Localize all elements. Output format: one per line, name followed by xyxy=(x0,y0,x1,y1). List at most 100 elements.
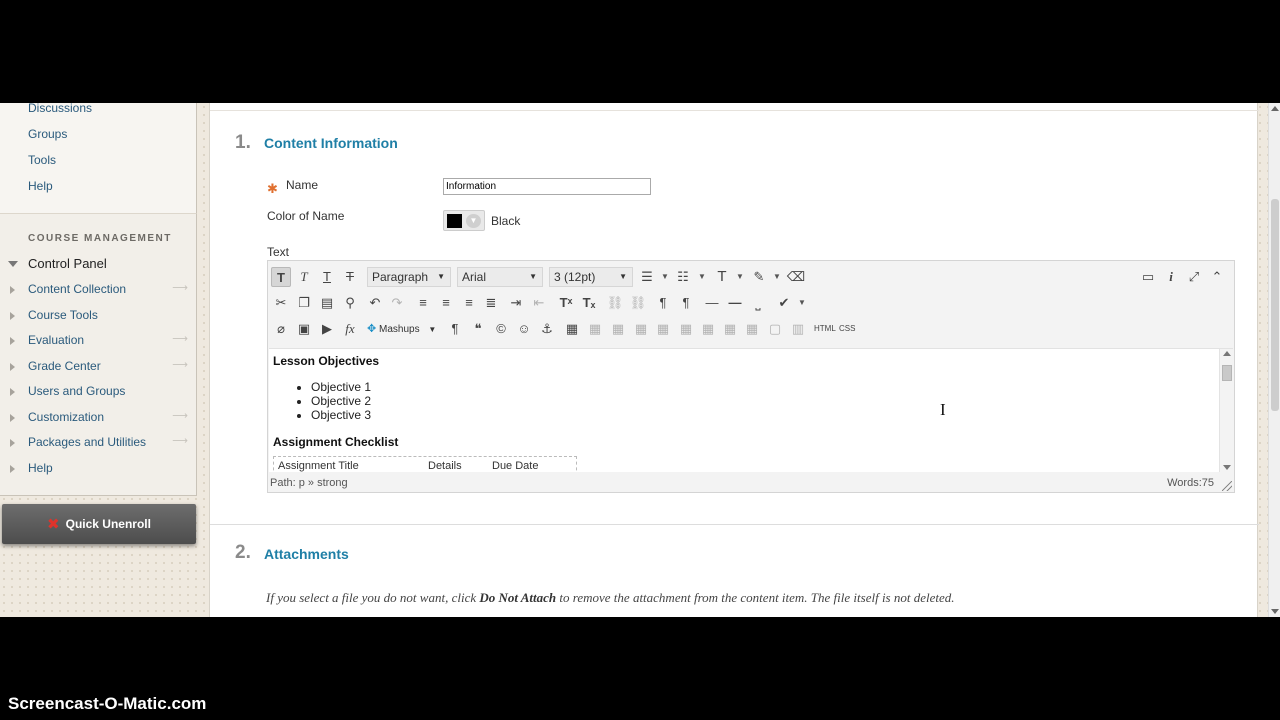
align-justify-icon[interactable]: ≣ xyxy=(481,293,501,313)
merge-cells-icon[interactable]: ▥ xyxy=(788,319,808,339)
align-center-icon[interactable]: ≡ xyxy=(436,293,456,313)
name-input[interactable] xyxy=(443,178,651,195)
highlight-icon[interactable]: ✎ xyxy=(749,267,769,287)
scroll-up-icon[interactable] xyxy=(1223,351,1231,356)
scroll-up-icon[interactable] xyxy=(1271,106,1279,111)
split-cells-icon[interactable]: ▢ xyxy=(765,319,785,339)
blockquote-icon[interactable]: ❝ xyxy=(468,319,488,339)
chevron-down-icon[interactable]: ▼ xyxy=(773,267,781,287)
resize-handle-icon[interactable] xyxy=(1222,481,1232,491)
font-family-select[interactable]: Arial ▼ xyxy=(457,267,543,287)
math-equation-icon[interactable]: fx xyxy=(340,319,360,339)
cp-item-course-tools[interactable]: Course Tools xyxy=(10,308,192,326)
link-icon[interactable]: ⛓ xyxy=(605,293,625,313)
css-button[interactable]: CSS xyxy=(839,319,855,339)
attach-file-icon[interactable]: ⌀ xyxy=(271,319,291,339)
editor-content-area[interactable]: Lesson Objectives Objective 1 Objective … xyxy=(269,348,1233,472)
collapse-toolbar-icon[interactable]: ⌃ xyxy=(1207,267,1227,287)
insert-column-before-icon[interactable]: ▦ xyxy=(698,319,718,339)
fullscreen-icon[interactable]: ⤢ xyxy=(1184,267,1204,287)
text-strikethrough-icon[interactable]: T xyxy=(340,267,360,287)
toolbar-row-1: T T T T Paragraph ▼ Arial ▼ 3 (12pt) ▼ ☰ ▼ … xyxy=(268,264,1234,290)
find-icon[interactable]: ⚲ xyxy=(340,293,360,313)
cp-item-customization[interactable]: Customization ⟶ xyxy=(10,410,192,428)
align-right-icon[interactable]: ≡ xyxy=(459,293,479,313)
insert-media-icon[interactable]: ▶ xyxy=(317,319,337,339)
superscript-icon[interactable]: Tˣ xyxy=(556,293,576,313)
paragraph-format-select[interactable]: Paragraph ▼ xyxy=(367,267,451,287)
anchor-icon[interactable]: ⚓ xyxy=(537,319,557,339)
cp-item-packages-and-utilities[interactable]: Packages and Utilities ⟶ xyxy=(10,435,192,453)
scroll-down-icon[interactable] xyxy=(1271,609,1279,614)
course-management-title: COURSE MANAGEMENT xyxy=(28,233,172,244)
cp-item-content-collection[interactable]: Content Collection ⟶ xyxy=(10,282,192,300)
cut-icon[interactable]: ✂ xyxy=(271,293,291,313)
eraser-icon[interactable]: ⌫ xyxy=(786,267,806,287)
arrow-right-icon: ⟶ xyxy=(172,282,188,294)
nav-link-tools[interactable]: Tools xyxy=(28,153,56,167)
chevron-down-icon: ▼ xyxy=(428,325,437,334)
align-left-icon[interactable]: ≡ xyxy=(413,293,433,313)
cp-item-help[interactable]: Help xyxy=(10,461,192,479)
paste-icon[interactable]: ▤ xyxy=(317,293,337,313)
table-cell-props-icon[interactable]: ▦ xyxy=(608,319,628,339)
numbered-list-icon[interactable]: ☷ xyxy=(673,267,693,287)
chevron-down-icon[interactable]: ▼ xyxy=(698,267,706,287)
insert-row-after-icon[interactable]: ▦ xyxy=(653,319,673,339)
editor-scrollbar[interactable] xyxy=(1219,349,1233,472)
mashups-label: Mashups xyxy=(379,324,420,335)
nav-link-groups[interactable]: Groups xyxy=(28,127,67,141)
quick-unenroll-button[interactable]: ✖ Quick Unenroll xyxy=(2,504,196,544)
cp-item-grade-center[interactable]: Grade Center ⟶ xyxy=(10,359,192,377)
delete-row-icon[interactable]: ▦ xyxy=(676,319,696,339)
redo-icon[interactable]: ↷ xyxy=(387,293,407,313)
nav-link-help[interactable]: Help xyxy=(28,179,53,193)
copy-icon[interactable]: ❐ xyxy=(294,293,314,313)
scroll-thumb[interactable] xyxy=(1271,199,1279,411)
insert-row-before-icon[interactable]: ▦ xyxy=(631,319,651,339)
preview-icon[interactable]: ▭ xyxy=(1138,267,1158,287)
color-picker[interactable]: ▼ xyxy=(443,210,485,231)
browser-viewport: Discussions Groups Tools Help COURSE MAN… xyxy=(0,103,1280,617)
cp-item-evaluation[interactable]: Evaluation ⟶ xyxy=(10,333,192,351)
subscript-icon[interactable]: Tₓ xyxy=(579,293,599,313)
outdent-icon[interactable]: ⇤ xyxy=(529,293,549,313)
undo-icon[interactable]: ↶ xyxy=(365,293,385,313)
insert-table-icon[interactable]: ▦ xyxy=(562,319,582,339)
expand-arrow-icon xyxy=(10,414,15,422)
unlink-icon[interactable]: ⛓ xyxy=(628,293,648,313)
page-scrollbar[interactable] xyxy=(1268,103,1280,617)
font-size-select[interactable]: 3 (12pt) ▼ xyxy=(549,267,633,287)
bullet-list-icon[interactable]: ☰ xyxy=(637,267,657,287)
scroll-thumb[interactable] xyxy=(1222,365,1232,381)
nonbreaking-space-icon[interactable]: ⎵ xyxy=(748,293,768,313)
text-color-icon[interactable]: T xyxy=(712,267,732,287)
horizontal-rule-icon[interactable]: — xyxy=(702,293,722,313)
emoticon-icon[interactable]: ☺ xyxy=(514,319,534,339)
chevron-down-icon[interactable]: ▼ xyxy=(736,267,744,287)
spellcheck-icon[interactable]: ✔ xyxy=(774,293,794,313)
info-icon[interactable]: i xyxy=(1161,267,1181,287)
mashups-menu[interactable]: ✥ Mashups ▼ xyxy=(367,319,436,339)
text-bold-icon[interactable]: T xyxy=(271,267,291,287)
text-italic-icon[interactable]: T xyxy=(294,267,314,287)
cp-item-users-and-groups[interactable]: Users and Groups xyxy=(10,384,192,402)
nav-link-discussions[interactable]: Discussions xyxy=(28,103,92,115)
indent-icon[interactable]: ⇥ xyxy=(506,293,526,313)
insert-image-icon[interactable]: ▣ xyxy=(294,319,314,339)
chevron-down-icon[interactable]: ▼ xyxy=(661,267,669,287)
text-underline-icon[interactable]: T xyxy=(317,267,337,287)
insert-column-after-icon[interactable]: ▦ xyxy=(720,319,740,339)
special-character-icon[interactable]: © xyxy=(491,319,511,339)
delete-column-icon[interactable]: ▦ xyxy=(742,319,762,339)
html-source-button[interactable]: HTML xyxy=(814,319,836,339)
scroll-down-icon[interactable] xyxy=(1223,465,1231,470)
paragraph-marks-icon[interactable]: ¶ xyxy=(445,319,465,339)
rtl-paragraph-icon[interactable]: ¶ xyxy=(653,293,673,313)
table-row-props-icon[interactable]: ▦ xyxy=(585,319,605,339)
font-family-value: Arial xyxy=(462,270,487,284)
ltr-paragraph-icon[interactable]: ¶ xyxy=(676,293,696,313)
chevron-down-icon[interactable]: ▼ xyxy=(798,293,806,313)
control-panel-label: Control Panel xyxy=(28,256,107,271)
horizontal-line-icon[interactable]: — xyxy=(725,293,745,313)
